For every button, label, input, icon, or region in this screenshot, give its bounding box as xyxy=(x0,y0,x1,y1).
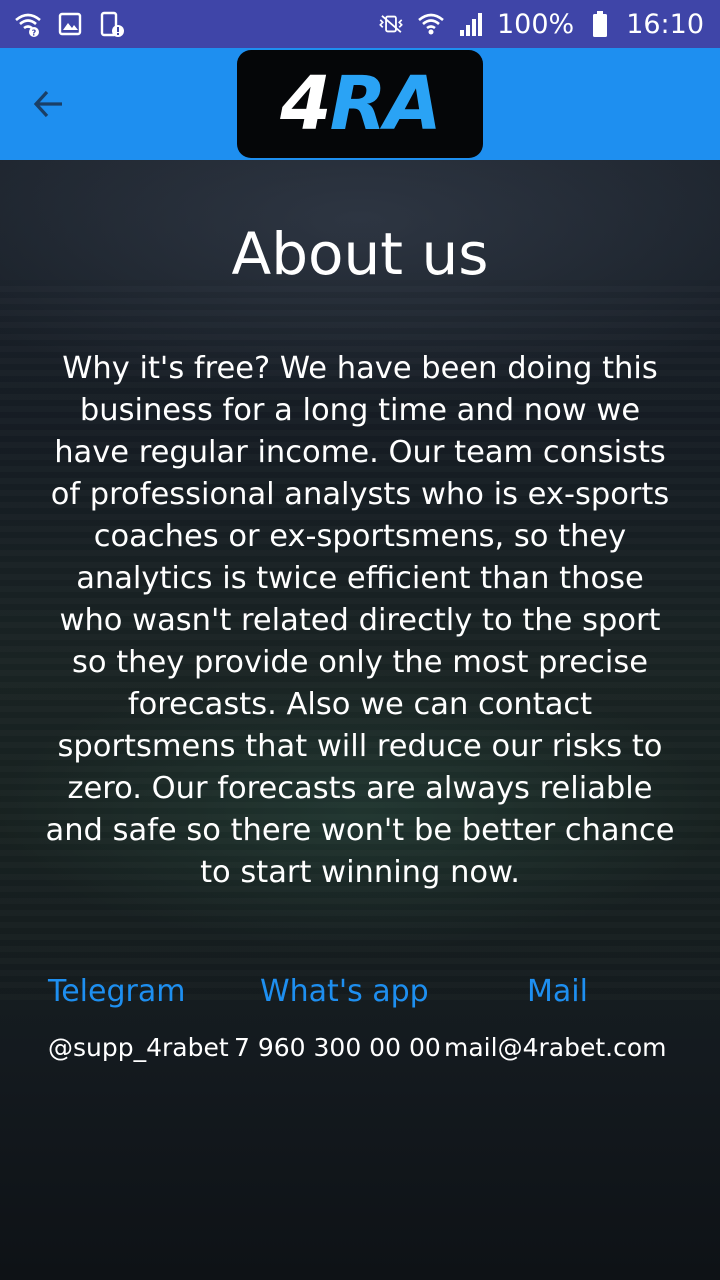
logo-part-1: 4 xyxy=(280,61,331,147)
page-title: About us xyxy=(231,220,489,288)
telegram-handle: @supp_4rabet xyxy=(48,1033,229,1062)
battery-alert-icon xyxy=(98,10,126,38)
status-bar: ? 100% 16:10 xyxy=(0,0,720,48)
clock: 16:10 xyxy=(626,8,704,40)
arrow-left-icon xyxy=(33,90,62,118)
whatsapp-number: 7 960 300 00 00 xyxy=(234,1033,441,1062)
app-logo: 4 RA xyxy=(237,50,483,158)
telegram-link[interactable]: Telegram xyxy=(48,972,185,1012)
wifi-icon xyxy=(417,10,445,38)
status-bar-right: 100% 16:10 xyxy=(377,9,720,40)
wifi-question-icon: ? xyxy=(14,10,42,38)
whatsapp-link[interactable]: What's app xyxy=(260,972,429,1012)
battery-icon xyxy=(586,10,614,38)
battery-percent: 100% xyxy=(496,8,575,40)
mail-link[interactable]: Mail xyxy=(527,972,588,1012)
svg-text:?: ? xyxy=(32,29,37,38)
signal-icon xyxy=(457,10,485,38)
mute-vibrate-icon xyxy=(377,10,405,38)
app-bar: 4 RA xyxy=(0,48,720,160)
logo-part-2: RA xyxy=(329,61,442,147)
back-button[interactable] xyxy=(24,80,72,128)
status-bar-left: ? xyxy=(0,10,126,38)
image-icon xyxy=(56,10,84,38)
mail-address: mail@4rabet.com xyxy=(444,1033,667,1062)
about-text: Why it's free? We have been doing this b… xyxy=(45,351,675,890)
